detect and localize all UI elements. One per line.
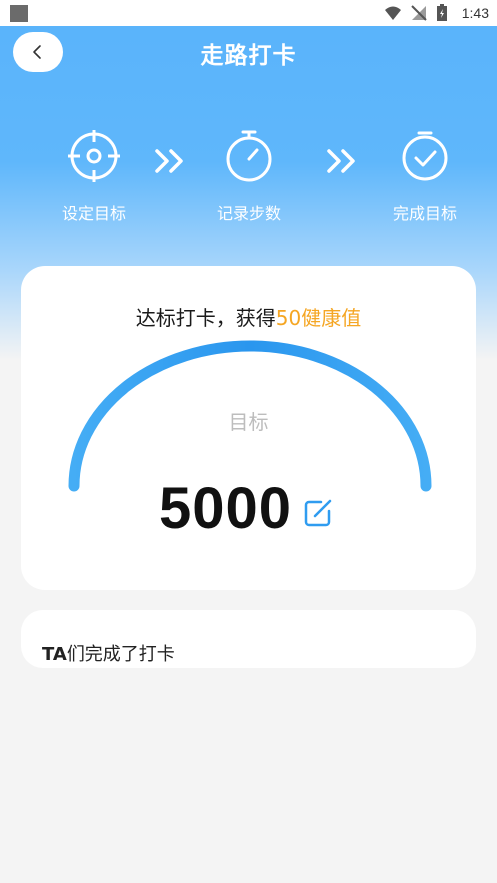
goal-card: 达标打卡，获得50健康值 目标 5000 bbox=[21, 266, 476, 590]
checkins-title: TA们完成了打卡 bbox=[42, 640, 175, 666]
check-circle-icon bbox=[402, 131, 448, 181]
goal-label: 目标 bbox=[228, 410, 269, 434]
checkins-title-rest: 们完成了打卡 bbox=[66, 644, 175, 665]
checkins-title-strong: TA bbox=[42, 644, 67, 665]
step-flow: 设定目标 记录步数 完成目标 bbox=[0, 128, 497, 228]
step-label: 记录步数 bbox=[216, 204, 281, 223]
status-bar: 1:43 bbox=[0, 0, 497, 26]
battery-icon bbox=[436, 4, 454, 22]
step-label: 设定目标 bbox=[61, 204, 126, 223]
double-chevron-right-icon bbox=[327, 149, 355, 173]
step-complete-goal: 完成目标 bbox=[370, 128, 480, 224]
wifi-icon bbox=[384, 4, 402, 22]
notification-icon bbox=[10, 5, 28, 22]
double-chevron-right-icon bbox=[155, 149, 183, 173]
step-label: 完成目标 bbox=[392, 204, 457, 223]
step-set-goal: 设定目标 bbox=[39, 128, 149, 224]
step-record-steps: 记录步数 bbox=[194, 128, 304, 224]
target-icon bbox=[68, 130, 120, 182]
status-time: 1:43 bbox=[461, 5, 489, 21]
stopwatch-icon bbox=[226, 130, 272, 182]
no-signal-icon bbox=[410, 4, 428, 22]
edit-icon[interactable] bbox=[301, 496, 335, 530]
page-title: 走路打卡 bbox=[200, 43, 297, 69]
title-bar: 走路打卡 bbox=[0, 26, 497, 76]
goal-value: 5000 bbox=[159, 476, 293, 541]
checkins-card: TA们完成了打卡 bbox=[21, 610, 476, 668]
